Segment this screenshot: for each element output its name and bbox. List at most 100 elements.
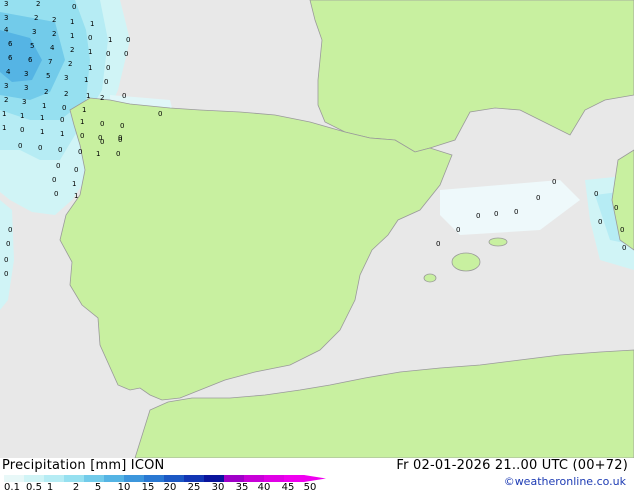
- map-title: Precipitation [mm] ICON: [2, 458, 165, 473]
- precip-value-label: 0: [18, 142, 22, 150]
- precip-value-label: 2: [52, 16, 56, 24]
- scale-tick-label: 10: [117, 482, 131, 493]
- precip-value-label: 0: [120, 122, 124, 130]
- precip-value-label: 0: [80, 132, 84, 140]
- precip-value-label: 1: [20, 112, 24, 120]
- color-scale-bar: [4, 475, 326, 482]
- precip-value-label: 0: [536, 194, 540, 202]
- precip-value-label: 1: [40, 114, 44, 122]
- scale-tick-label: 0.5: [26, 482, 42, 493]
- scale-tick-label: 2: [72, 482, 80, 493]
- scale-arrow: [304, 475, 326, 482]
- precip-value-label: 0: [62, 104, 66, 112]
- precip-value-label: 0: [436, 240, 440, 248]
- scale-swatch: [244, 475, 265, 482]
- scale-swatch: [144, 475, 165, 482]
- precip-value-label: 3: [32, 28, 36, 36]
- precip-value-label: 0: [476, 212, 480, 220]
- precip-value-label: 0: [494, 210, 498, 218]
- scale-tick-label: 1: [46, 482, 54, 493]
- precip-value-label: 1: [84, 76, 88, 84]
- precip-value-label: 4: [6, 68, 11, 76]
- precip-value-label: 1: [108, 36, 112, 44]
- precip-value-label: 1: [2, 124, 6, 132]
- precip-value-label: 0: [60, 116, 64, 124]
- precip-value-label: 0: [4, 270, 8, 278]
- scale-tick-label: 15: [141, 482, 155, 493]
- precip-value-label: 3: [64, 74, 68, 82]
- scale-swatch: [264, 475, 285, 482]
- precip-value-label: 0: [514, 208, 518, 216]
- precip-value-label: 1: [88, 48, 92, 56]
- precip-value-label: 2: [34, 14, 38, 22]
- precip-value-label: 0: [106, 50, 110, 58]
- precip-value-label: 0: [158, 110, 162, 118]
- scale-tick-label: 45: [281, 482, 295, 493]
- precip-value-label: 0: [74, 166, 78, 174]
- map-canvas: 3 2 03 2 2 1 14 3 2 1 0 1 06 5 4 2 1 0 06 6 7 2 1 04 3 5 3 1 03 3 2 2 1 2…: [0, 0, 634, 458]
- precip-value-label: 0: [614, 204, 618, 212]
- precip-value-label: 4: [50, 44, 55, 52]
- scale-tick-label: 30: [211, 482, 225, 493]
- precip-value-label: 1: [40, 128, 44, 136]
- precip-value-label: 6: [28, 56, 33, 64]
- precip-value-label: 1: [60, 130, 64, 138]
- scale-tick-label: 5: [94, 482, 102, 493]
- scale-tick-label: 40: [257, 482, 271, 493]
- scale-swatch: [204, 475, 225, 482]
- precip-value-label: 2: [64, 90, 68, 98]
- precip-value-label: 0: [72, 3, 76, 11]
- precip-value-label: 2: [100, 94, 104, 102]
- ibiza: [423, 273, 437, 283]
- scale-swatch: [164, 475, 185, 482]
- precip-value-label: 1: [80, 118, 84, 126]
- scale-swatch: [4, 475, 25, 482]
- scale-swatch: [124, 475, 145, 482]
- precip-value-label: 2: [4, 96, 8, 104]
- precip-value-label: 2: [68, 60, 72, 68]
- precip-value-label: 0: [88, 34, 92, 42]
- precip-value-label: 3: [4, 14, 8, 22]
- precip-value-label: 0: [58, 146, 62, 154]
- scale-tick-label: 0.1: [4, 482, 20, 493]
- scale-tick-label: 20: [163, 482, 177, 493]
- precip-value-label: 0: [622, 244, 626, 252]
- precip-value-label: 0: [598, 218, 602, 226]
- scale-swatch: [104, 475, 125, 482]
- precip-value-label: 1: [90, 20, 94, 28]
- credit-text[interactable]: ©weatheronline.co.uk: [504, 475, 626, 488]
- map-valid-time: Fr 02-01-2026 21..00 UTC (00+72): [396, 458, 628, 473]
- precip-value-label: 0: [56, 162, 60, 170]
- precip-value-label: 1: [2, 110, 6, 118]
- scale-tick-label: 25: [187, 482, 201, 493]
- scale-swatch: [44, 475, 65, 482]
- scale-swatch: [84, 475, 105, 482]
- precip-value-label: 3: [22, 98, 26, 106]
- precip-value-label: 0: [104, 78, 108, 86]
- precip-value-label: 6: [8, 40, 13, 48]
- precip-value-label: 1: [74, 192, 78, 200]
- precip-value-label: 0: [78, 148, 82, 156]
- precip-value-label: 0: [52, 176, 56, 184]
- precip-value-label: 0: [8, 226, 12, 234]
- precip-value-label: 1: [70, 18, 74, 26]
- precip-value-label: 3: [24, 84, 28, 92]
- precip-value-label: 6: [8, 54, 13, 62]
- precip-value-label: 2: [52, 30, 56, 38]
- precip-value-label: 3: [4, 82, 8, 90]
- precip-value-label: 0: [122, 92, 126, 100]
- precip-value-label: 0: [38, 144, 42, 152]
- precip-value-label: 0: [6, 240, 10, 248]
- precip-value-label: 0: [552, 178, 556, 186]
- scale-swatch: [224, 475, 245, 482]
- precip-value-label: 1: [88, 64, 92, 72]
- precip-value-label: 3: [24, 70, 28, 78]
- precip-value-label: 1: [72, 180, 76, 188]
- precip-value-label: 7: [48, 58, 52, 66]
- precip-value-label: 1: [96, 150, 100, 158]
- precip-value-label: 5: [46, 72, 50, 80]
- legend-footer: Precipitation [mm] ICON Fr 02-01-2026 21…: [0, 458, 634, 493]
- precip-value-label: 1: [70, 32, 74, 40]
- precip-value-label: 0: [100, 120, 104, 128]
- precip-value-label: 1: [86, 92, 90, 100]
